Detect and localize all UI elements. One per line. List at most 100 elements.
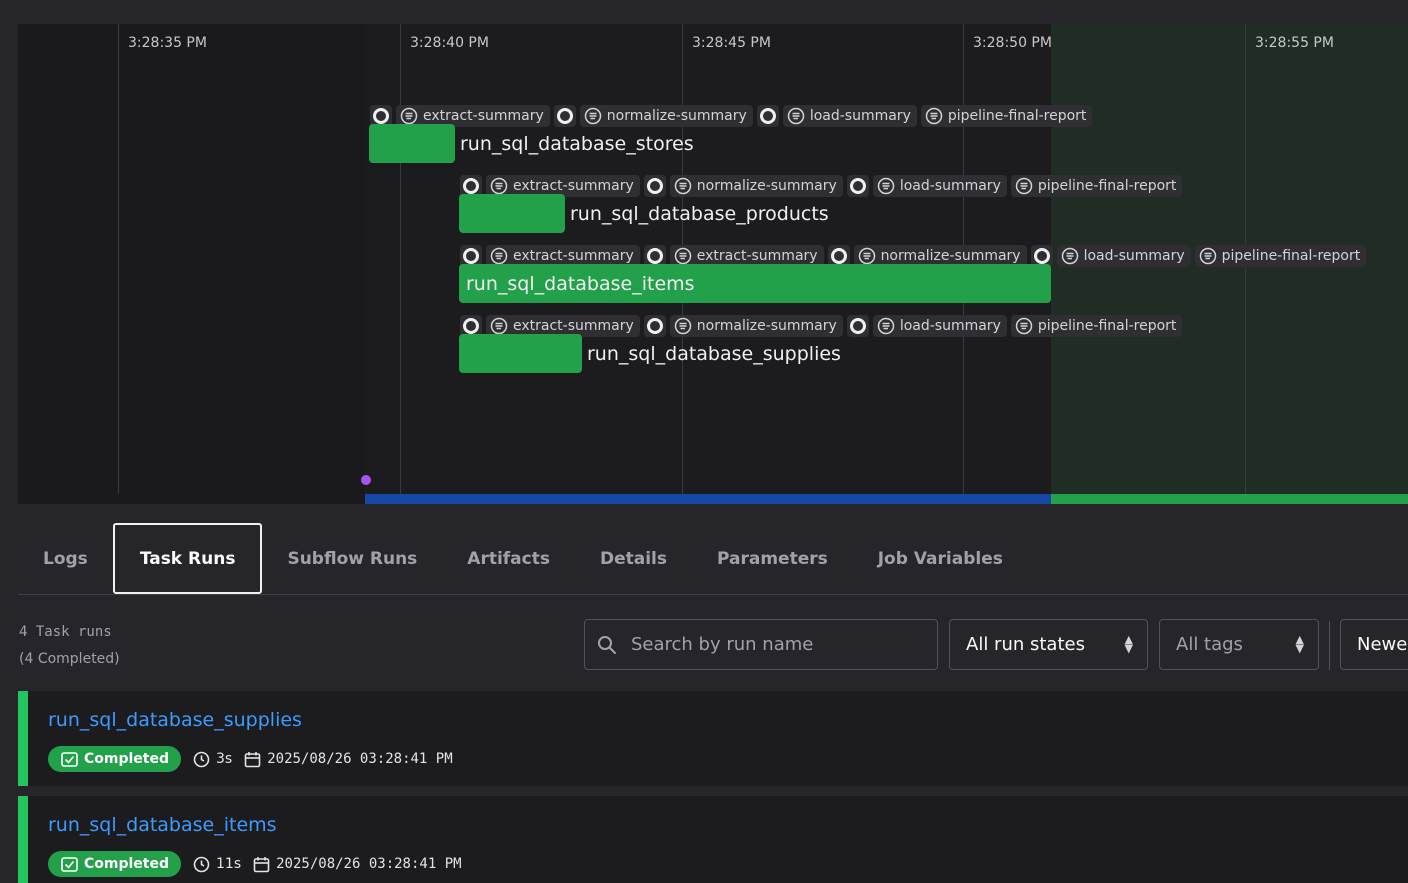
artifact-chip[interactable]: load-summary bbox=[782, 105, 917, 127]
time-axis-label: 3:28:45 PM bbox=[692, 35, 771, 51]
task-run-bar-label[interactable]: run_sql_database_stores bbox=[460, 133, 694, 155]
task-run-bar[interactable] bbox=[459, 194, 565, 233]
artifact-chip[interactable]: normalize-summary bbox=[669, 315, 843, 337]
gridline bbox=[400, 24, 401, 494]
artifact-summary-icon bbox=[1015, 177, 1033, 195]
flow-run-timeline[interactable]: 3:28:35 PM 3:28:40 PM 3:28:45 PM 3:28:50… bbox=[18, 24, 1408, 504]
clock-icon bbox=[193, 751, 210, 767]
artifact-chip[interactable]: normalize-summary bbox=[669, 175, 843, 197]
artifact-chip-label: load-summary bbox=[899, 318, 1001, 334]
pre-start-region bbox=[18, 24, 365, 504]
tab-job-variables[interactable]: Job Variables bbox=[853, 523, 1028, 594]
artifact-summary-icon bbox=[400, 107, 418, 125]
artifact-chip-label: extract-summary bbox=[513, 318, 634, 334]
artifact-chip-label: extract-summary bbox=[513, 178, 634, 194]
sort-select[interactable]: Newe bbox=[1340, 619, 1408, 670]
task-run-bar-label[interactable]: run_sql_database_products bbox=[570, 203, 829, 225]
tag-filter[interactable]: All tags ▲ ▼ bbox=[1159, 619, 1319, 670]
artifact-ring-icon[interactable] bbox=[846, 315, 869, 337]
artifact-summary-icon bbox=[787, 107, 805, 125]
tab-logs[interactable]: Logs bbox=[18, 523, 113, 594]
artifact-chip-label: normalize-summary bbox=[880, 248, 1021, 264]
task-run-bar-label[interactable]: run_sql_database_supplies bbox=[587, 343, 841, 365]
artifact-summary-icon bbox=[490, 177, 508, 195]
completed-count: (4 Completed) bbox=[19, 651, 120, 667]
task-run-meta: Completed 11s 2025/08/26 03:28:41 PM bbox=[48, 851, 462, 877]
artifact-chip[interactable]: pipeline-final-report bbox=[1010, 175, 1183, 197]
task-run-meta: Completed 3s 2025/08/26 03:28:41 PM bbox=[48, 746, 453, 772]
tab-task-runs[interactable]: Task Runs bbox=[112, 523, 263, 594]
now-marker bbox=[361, 475, 371, 485]
artifact-chip-label: load-summary bbox=[899, 178, 1001, 194]
artifact-row: extract-summary normalize-summary load-sum… bbox=[460, 175, 1183, 197]
task-run-bar[interactable] bbox=[459, 334, 582, 373]
task-run-duration: 11s bbox=[216, 856, 242, 872]
task-run-start-time: 2025/08/26 03:28:41 PM bbox=[276, 856, 462, 872]
task-run-card: run_sql_database_supplies Completed 3s 2… bbox=[18, 691, 1408, 786]
artifact-chip[interactable]: pipeline-final-report bbox=[920, 105, 1093, 127]
chevron-updown-icon: ▲ ▼ bbox=[1124, 633, 1133, 655]
task-run-bar-label[interactable]: run_sql_database_items bbox=[466, 273, 695, 295]
calendar-icon bbox=[253, 856, 270, 872]
state-badge-label: Completed bbox=[84, 751, 170, 767]
time-axis-label: 3:28:50 PM bbox=[973, 35, 1052, 51]
flow-run-tabs: Logs Task Runs Subflow Runs Artifacts De… bbox=[18, 523, 1408, 595]
check-icon bbox=[61, 751, 78, 767]
artifact-summary-icon bbox=[490, 247, 508, 265]
artifact-chip-label: pipeline-final-report bbox=[947, 108, 1087, 124]
task-run-duration: 3s bbox=[216, 751, 233, 767]
artifact-chip[interactable]: load-summary bbox=[872, 175, 1007, 197]
tab-details[interactable]: Details bbox=[575, 523, 692, 594]
artifact-chip[interactable]: pipeline-final-report bbox=[1010, 315, 1183, 337]
run-progress-completed bbox=[1051, 494, 1408, 504]
tab-subflow-runs[interactable]: Subflow Runs bbox=[262, 523, 442, 594]
artifact-chip-label: normalize-summary bbox=[606, 108, 747, 124]
run-state-filter-value: All run states bbox=[966, 634, 1085, 655]
artifact-chip[interactable]: load-summary bbox=[1056, 245, 1191, 267]
run-progress-running bbox=[365, 494, 1051, 504]
task-run-bar[interactable] bbox=[369, 124, 455, 163]
artifact-ring-icon[interactable] bbox=[643, 315, 666, 337]
state-badge-label: Completed bbox=[84, 856, 170, 872]
artifact-summary-icon bbox=[925, 107, 943, 125]
state-badge: Completed bbox=[48, 746, 182, 772]
artifact-summary-icon bbox=[584, 107, 602, 125]
artifact-ring-icon[interactable] bbox=[553, 105, 576, 127]
artifact-chip-label: normalize-summary bbox=[696, 178, 837, 194]
artifact-summary-icon bbox=[674, 247, 692, 265]
artifact-summary-icon bbox=[877, 317, 895, 335]
state-stripe bbox=[18, 796, 28, 883]
artifact-chip-label: load-summary bbox=[809, 108, 911, 124]
sort-select-value: Newe bbox=[1357, 634, 1408, 655]
tag-filter-value: All tags bbox=[1176, 634, 1243, 655]
artifact-chip-label: extract-summary bbox=[513, 248, 634, 264]
run-state-filter[interactable]: All run states ▲ ▼ bbox=[949, 619, 1148, 670]
artifact-summary-icon bbox=[877, 177, 895, 195]
artifact-ring-icon[interactable] bbox=[846, 175, 869, 197]
artifact-chip-label: load-summary bbox=[1083, 248, 1185, 264]
artifact-summary-icon bbox=[1015, 317, 1033, 335]
toolbar-divider bbox=[1329, 621, 1330, 670]
artifact-chip[interactable]: load-summary bbox=[872, 315, 1007, 337]
time-axis-label: 3:28:35 PM bbox=[128, 35, 207, 51]
artifact-ring-icon[interactable] bbox=[756, 105, 779, 127]
artifact-chip-label: extract-summary bbox=[696, 248, 818, 264]
artifact-ring-icon[interactable] bbox=[643, 175, 666, 197]
tab-parameters[interactable]: Parameters bbox=[692, 523, 853, 594]
tab-artifacts[interactable]: Artifacts bbox=[442, 523, 575, 594]
time-axis-label: 3:28:55 PM bbox=[1255, 35, 1334, 51]
state-stripe bbox=[18, 691, 28, 786]
artifact-chip-label: pipeline-final-report bbox=[1037, 178, 1177, 194]
artifact-summary-icon bbox=[1061, 247, 1078, 265]
artifact-summary-icon bbox=[1199, 247, 1216, 265]
artifact-chip[interactable]: normalize-summary bbox=[579, 105, 753, 127]
check-icon bbox=[61, 856, 78, 872]
task-run-count: 4 Task runs bbox=[19, 624, 112, 640]
artifact-chip[interactable]: pipeline-final-report bbox=[1194, 245, 1367, 267]
artifact-summary-icon bbox=[490, 317, 508, 335]
clock-icon bbox=[193, 856, 210, 872]
task-run-name-link[interactable]: run_sql_database_items bbox=[48, 814, 277, 836]
search-input[interactable]: Search by run name bbox=[584, 619, 938, 670]
task-run-name-link[interactable]: run_sql_database_supplies bbox=[48, 709, 302, 731]
artifact-summary-icon bbox=[674, 317, 692, 335]
